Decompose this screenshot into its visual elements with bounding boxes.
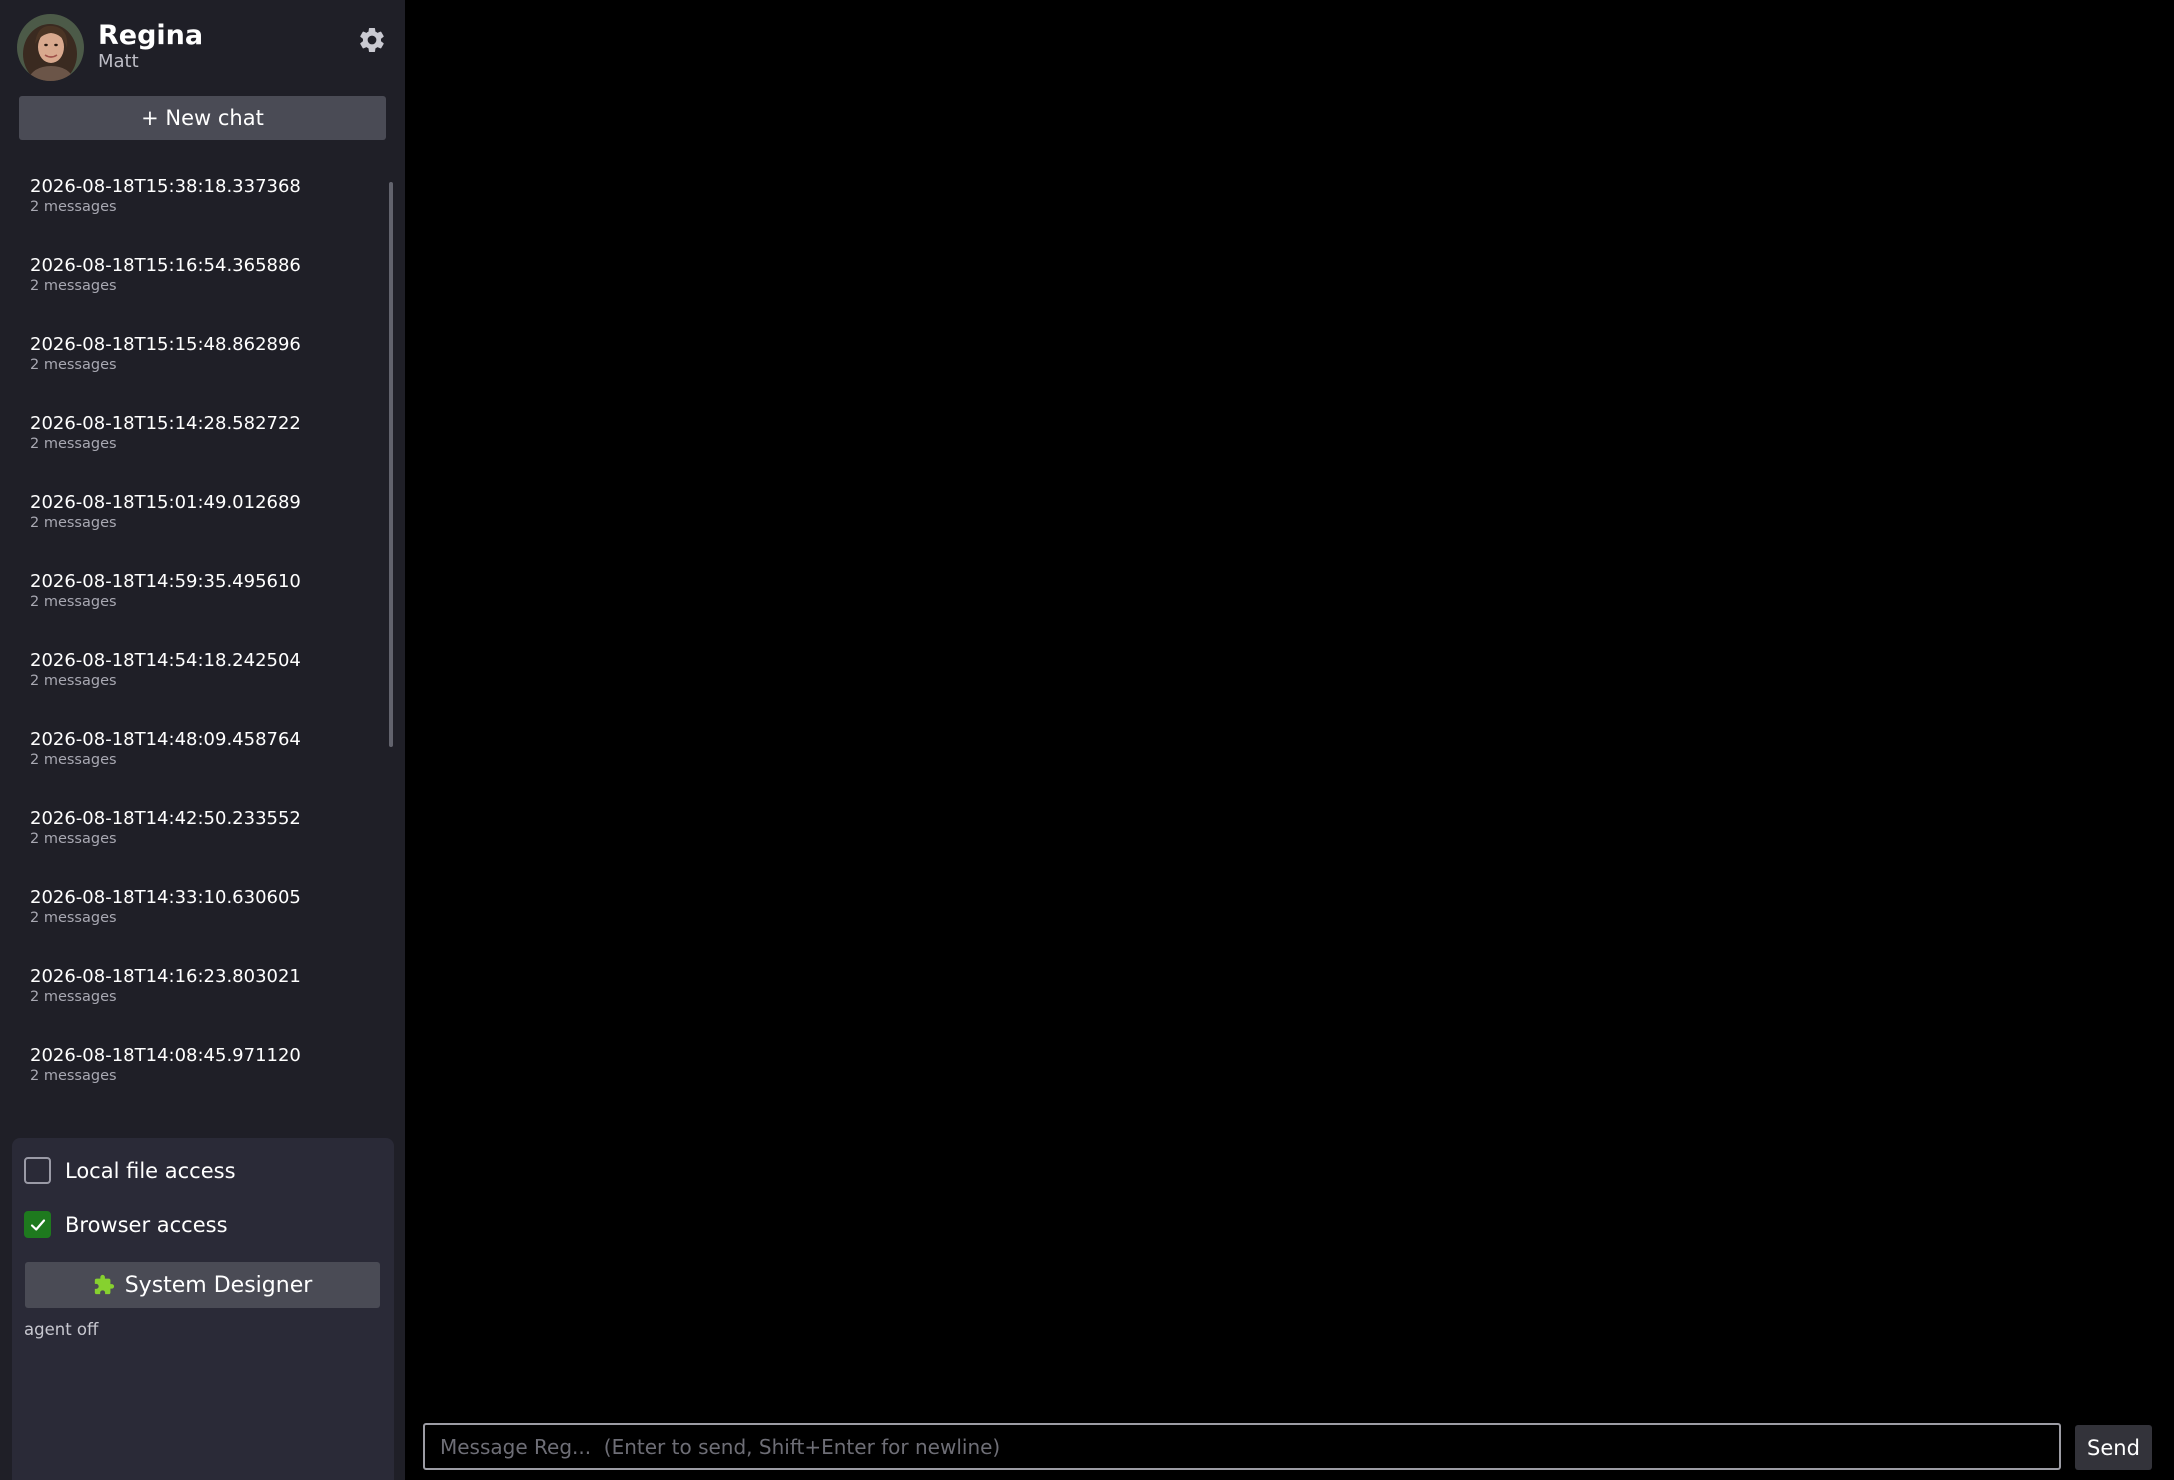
chat-main: Send xyxy=(405,0,2174,1480)
chat-list-item[interactable]: 2026-08-18T15:15:48.862896 2 messages xyxy=(19,326,389,405)
chat-message-count: 2 messages xyxy=(30,515,117,531)
check-icon xyxy=(30,1218,45,1231)
chat-list-item[interactable]: 2026-08-18T14:33:10.630605 2 messages xyxy=(19,879,389,958)
agent-status: agent off xyxy=(24,1320,99,1339)
puzzle-icon xyxy=(94,1274,114,1295)
local-file-access-checkbox[interactable] xyxy=(24,1157,51,1184)
avatar xyxy=(17,13,84,81)
chat-message-count: 2 messages xyxy=(30,989,117,1005)
browser-access-toggle[interactable]: Browser access xyxy=(24,1211,228,1238)
chat-title: 2026-08-18T15:38:18.337368 xyxy=(30,176,301,197)
chat-title: 2026-08-18T14:59:35.495610 xyxy=(30,571,301,592)
system-designer-label: System Designer xyxy=(124,1272,313,1298)
browser-access-checkbox[interactable] xyxy=(24,1211,51,1238)
chat-list-item[interactable]: 2026-08-18T14:48:09.458764 2 messages xyxy=(19,721,389,800)
chat-title: 2026-08-18T14:48:09.458764 xyxy=(30,729,301,750)
avatar-image xyxy=(17,13,84,81)
chat-list-item[interactable]: 2026-08-18T15:14:28.582722 2 messages xyxy=(19,405,389,484)
chat-message-count: 2 messages xyxy=(30,357,117,373)
chat-message-count: 2 messages xyxy=(30,910,117,926)
chat-title: 2026-08-18T14:42:50.233552 xyxy=(30,808,301,829)
chat-title: 2026-08-18T15:14:28.582722 xyxy=(30,413,301,434)
chat-list: 2026-08-18T15:38:18.337368 2 messages 2026… xyxy=(19,168,389,1098)
local-file-access-label: Local file access xyxy=(65,1158,236,1183)
chat-title: 2026-08-18T14:54:18.242504 xyxy=(30,650,301,671)
chat-list-item[interactable]: 2026-08-18T14:54:18.242504 2 messages xyxy=(19,642,389,721)
chat-message-count: 2 messages xyxy=(30,752,117,768)
profile-names: Regina Matt xyxy=(98,21,203,73)
chat-title: 2026-08-18T15:16:54.365886 xyxy=(30,255,301,276)
chat-message-count: 2 messages xyxy=(30,1068,117,1084)
chat-message-count: 2 messages xyxy=(30,436,117,452)
gear-icon[interactable] xyxy=(357,25,387,55)
browser-access-label: Browser access xyxy=(65,1212,228,1237)
chat-title: 2026-08-18T15:01:49.012689 xyxy=(30,492,301,513)
chat-message-count: 2 messages xyxy=(30,831,117,847)
profile-title: Regina xyxy=(98,20,204,51)
app-root: Regina Matt + New chat 2026-08-18T15:38:… xyxy=(0,0,2174,1480)
chat-title: 2026-08-18T14:08:45.971120 xyxy=(30,1045,301,1066)
chat-list-scrollbar[interactable] xyxy=(389,182,393,747)
chat-list-item[interactable]: 2026-08-18T14:59:35.495610 2 messages xyxy=(19,563,389,642)
message-input[interactable] xyxy=(423,1423,2061,1470)
profile-subtitle: Matt xyxy=(98,51,139,72)
chat-title: 2026-08-18T14:16:23.803021 xyxy=(30,966,301,987)
new-chat-button[interactable]: + New chat xyxy=(19,96,386,140)
chat-title: 2026-08-18T15:15:48.862896 xyxy=(30,334,301,355)
chat-message-count: 2 messages xyxy=(30,199,117,215)
system-designer-button[interactable]: System Designer xyxy=(25,1262,380,1308)
chat-message-count: 2 messages xyxy=(30,673,117,689)
chat-message-count: 2 messages xyxy=(30,278,117,294)
profile-header: Regina Matt xyxy=(17,13,387,81)
chat-title: 2026-08-18T14:33:10.630605 xyxy=(30,887,301,908)
options-panel: Local file access Browser access System … xyxy=(12,1138,394,1480)
chat-list-item[interactable]: 2026-08-18T14:16:23.803021 2 messages xyxy=(19,958,389,1037)
local-file-access-toggle[interactable]: Local file access xyxy=(24,1157,236,1184)
chat-list-item[interactable]: 2026-08-18T15:38:18.337368 2 messages xyxy=(19,168,389,247)
chat-list-item[interactable]: 2026-08-18T14:08:45.971120 2 messages xyxy=(19,1037,389,1098)
chat-list-item[interactable]: 2026-08-18T15:01:49.012689 2 messages xyxy=(19,484,389,563)
send-button[interactable]: Send xyxy=(2075,1425,2152,1470)
chat-message-count: 2 messages xyxy=(30,594,117,610)
chat-list-item[interactable]: 2026-08-18T14:42:50.233552 2 messages xyxy=(19,800,389,879)
sidebar: Regina Matt + New chat 2026-08-18T15:38:… xyxy=(0,0,405,1480)
chat-list-item[interactable]: 2026-08-18T15:16:54.365886 2 messages xyxy=(19,247,389,326)
